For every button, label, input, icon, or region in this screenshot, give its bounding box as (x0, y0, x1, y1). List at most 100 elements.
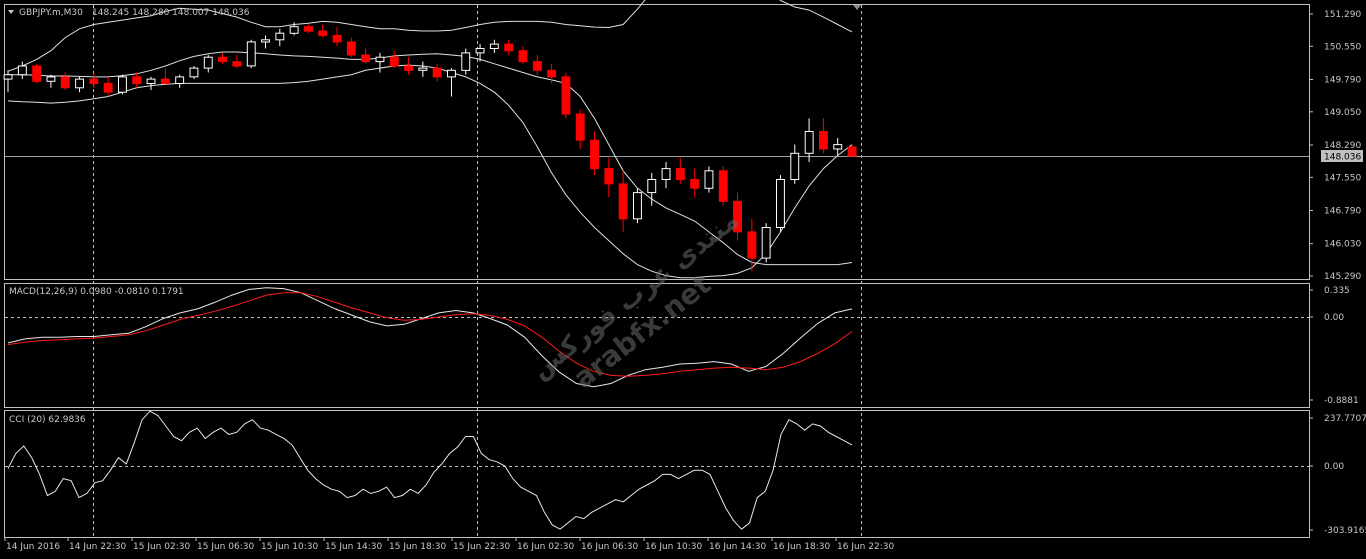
symbol-label: GBPJPY.m,M30 (19, 8, 83, 18)
x-tick-label: 14 Jun 22:30 (69, 542, 126, 552)
candle (633, 188, 642, 224)
candle-body (218, 56, 228, 63)
trading-chart[interactable]: 151.290 150.550 149.790 149.050 148.290 147.5… (0, 0, 1366, 559)
candle-body (804, 131, 814, 154)
candle-body (504, 43, 514, 52)
candle-body (332, 34, 342, 43)
x-tick-label: 15 Jun 10:30 (261, 542, 318, 552)
candle-body (761, 227, 771, 259)
x-axis-tick-labels: 14 Jun 2016 14 Jun 22:30 15 Jun 02:30 15 Ju… (4, 537, 894, 552)
candle (761, 223, 771, 263)
candle-body (418, 67, 428, 71)
candle-body (447, 69, 456, 78)
candle-body (89, 78, 99, 84)
x-tick-label: 14 Jun 2016 (6, 542, 60, 552)
candle-body (547, 69, 557, 78)
candle (461, 48, 471, 75)
candle-body (60, 76, 70, 89)
candle-body (475, 48, 485, 54)
candle (32, 63, 42, 84)
candle-body (375, 56, 385, 63)
candle-body (304, 26, 313, 32)
x-tick-label: 15 Jun 14:30 (325, 542, 382, 552)
candle-body (790, 152, 800, 181)
candle-body (561, 76, 571, 115)
candle-body (361, 54, 371, 63)
candle-body (160, 78, 170, 84)
candle-body (461, 52, 471, 71)
current-price-label: 148.036 (1324, 153, 1361, 163)
price-tick-label: 149.790 (1324, 76, 1361, 86)
macd-tick-label: 0.00 (1324, 313, 1344, 323)
candle-body (833, 144, 843, 150)
candle (118, 74, 127, 95)
candle (246, 39, 256, 69)
cci-title: CCI (20) 62.9836 (9, 415, 86, 425)
candle-body (432, 67, 442, 78)
candle-body (3, 74, 13, 80)
candle-body (718, 170, 728, 202)
x-tick-label: 16 Jun 18:30 (773, 542, 830, 552)
candle-body (246, 41, 256, 67)
candle (704, 166, 714, 193)
candle-body (17, 65, 27, 76)
current-price-box: 148.036 (1321, 150, 1363, 163)
candle-body (146, 78, 156, 84)
candle-body (604, 168, 614, 185)
candle (776, 175, 785, 232)
candle (189, 65, 199, 80)
candle-body (532, 61, 542, 71)
candle-body (404, 65, 414, 71)
candle-body (675, 168, 685, 181)
x-tick-label: 16 Jun 06:30 (581, 542, 638, 552)
candle-body (275, 32, 285, 41)
cci-panel[interactable] (4, 410, 1310, 538)
x-tick-label: 16 Jun 10:30 (645, 542, 702, 552)
x-tick-label: 15 Jun 18:30 (389, 542, 446, 552)
x-tick-label: 16 Jun 22:30 (837, 542, 894, 552)
candle-body (32, 65, 42, 82)
candle-body (46, 76, 56, 82)
x-tick-label: 15 Jun 02:30 (133, 542, 190, 552)
candle-body (518, 50, 528, 63)
candle-body (232, 61, 242, 67)
price-tick-label: 148.290 (1324, 141, 1361, 151)
macd-tick-label: -0.8881 (1324, 396, 1359, 406)
candle-body (103, 82, 113, 93)
candle-body (819, 131, 828, 150)
candle (718, 166, 728, 206)
candle-body (175, 76, 185, 85)
candle-body (489, 43, 499, 49)
price-tick-label: 146.030 (1324, 240, 1361, 250)
candle-body (590, 139, 599, 170)
candle-body (776, 179, 785, 228)
candle-body (618, 183, 628, 220)
candle-body (704, 170, 714, 189)
candle-body (389, 56, 399, 67)
candle (561, 72, 571, 119)
price-panel[interactable] (4, 4, 1310, 280)
macd-tick-label: 0.335 (1324, 286, 1350, 296)
x-tick-label: 15 Jun 22:30 (453, 542, 510, 552)
price-tick-label: 151.290 (1324, 10, 1361, 20)
cci-tick-label: 237.7707 (1324, 414, 1366, 424)
candle-body (318, 30, 328, 36)
candle-body (289, 26, 299, 34)
candle-body (203, 56, 213, 69)
candle-body (346, 41, 356, 56)
candle-body (132, 76, 142, 85)
candle-body (118, 76, 127, 93)
x-tick-label: 16 Jun 02:30 (517, 542, 574, 552)
candle-body (189, 67, 199, 78)
candle (847, 145, 857, 158)
candle-body (575, 113, 585, 141)
candle-body (75, 78, 84, 89)
ohlc-label: 148.245 148.280 148.007 148.036 (92, 8, 250, 18)
candle-body (747, 231, 757, 259)
price-tick-label: 149.050 (1324, 108, 1361, 118)
price-tick-label: 146.790 (1324, 207, 1361, 217)
price-tick-label: 150.550 (1324, 42, 1361, 52)
candle-body (647, 179, 657, 194)
candle-body (633, 192, 642, 220)
macd-title: MACD(12,26,9) 0.0980 -0.0810 0.1791 (9, 287, 184, 297)
